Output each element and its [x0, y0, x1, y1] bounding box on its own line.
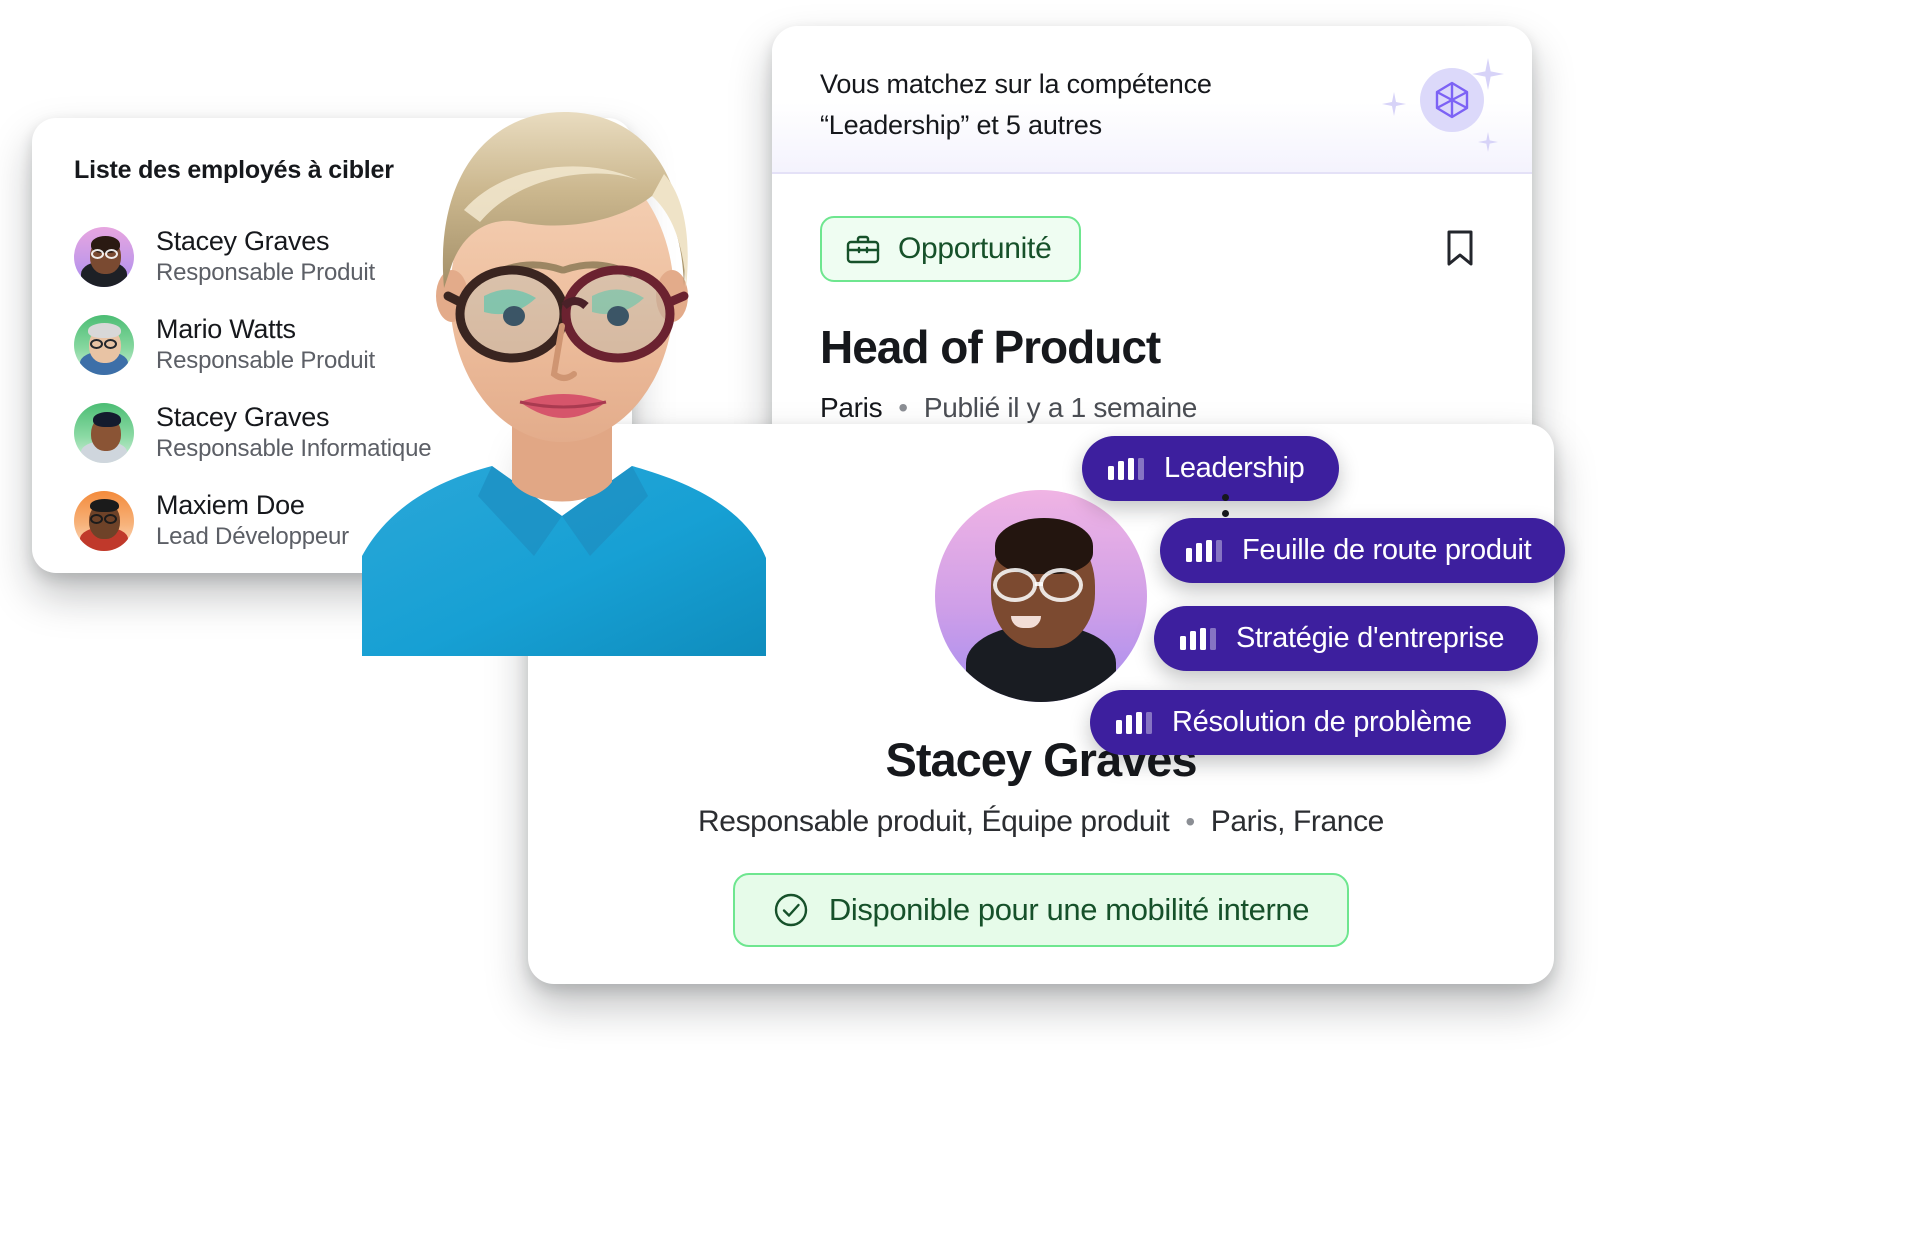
avatar: [74, 315, 134, 375]
skill-match-line-2: “Leadership” et 5 autres: [820, 110, 1102, 141]
check-circle-icon: [773, 892, 809, 928]
job-location: Paris: [820, 392, 883, 423]
ai-gem-icon[interactable]: [1420, 68, 1484, 132]
screenshot-stage: Liste des employés à cibler Stacey Grave…: [0, 0, 1927, 1250]
skill-level-icon: [1116, 711, 1152, 734]
employee-name: Stacey Graves: [156, 226, 330, 257]
list-item-texts: Stacey Graves Responsable Informatique: [156, 402, 432, 463]
page-title: Head of Product: [820, 321, 1161, 373]
list-item-texts: Stacey Graves Responsable Produit: [156, 227, 375, 286]
profile-role: Responsable produit, Équipe produit: [698, 805, 1170, 838]
status-badge-label: Disponible pour une mobilité interne: [828, 892, 1310, 927]
list-item[interactable]: Stacey Graves Responsable Produit: [74, 213, 632, 301]
list-item[interactable]: Mario Watts Responsable Produit: [74, 301, 632, 389]
meta-separator: •: [898, 392, 908, 423]
avatar: [935, 490, 1147, 702]
opportunity-badge[interactable]: Opportunité: [820, 216, 1082, 282]
skill-level-icon: [1180, 627, 1216, 650]
employee-role: Responsable Produit: [156, 259, 376, 287]
avatar: [74, 403, 134, 463]
skill-pill-leadership[interactable]: Leadership: [1082, 436, 1339, 501]
meta-separator: •: [1185, 806, 1195, 837]
status-badge: Disponible pour une mobilité interne: [732, 873, 1350, 947]
list-item-texts: Maxiem Doe Lead Développeur: [156, 491, 349, 550]
sparkle-icon: [1478, 132, 1498, 156]
skill-pill-feuille-de-route-produit[interactable]: Feuille de route produit: [1160, 518, 1566, 583]
skill-level-icon: [1186, 539, 1222, 562]
profile-meta: Responsable produit, Équipe produit • Pa…: [528, 805, 1554, 839]
skill-match-text: Vous matchez sur la compétence “Leadersh…: [820, 64, 1380, 146]
profile-location: Paris, France: [1210, 805, 1385, 838]
employee-role: Lead Développeur: [156, 523, 349, 551]
list-item-texts: Mario Watts Responsable Produit: [156, 315, 375, 374]
skill-pill-label: Stratégie d'entreprise: [1236, 622, 1505, 654]
employee-list-title: Liste des employés à cibler: [74, 156, 394, 184]
skill-pill-resolution-de-probleme[interactable]: Résolution de problème: [1090, 690, 1506, 755]
opportunity-label: Opportunité: [898, 232, 1052, 265]
skill-pill-label: Feuille de route produit: [1242, 534, 1532, 566]
employee-role: Responsable Informatique: [156, 435, 432, 463]
bookmark-icon[interactable]: [1440, 226, 1480, 270]
employee-name: Stacey Graves: [156, 402, 330, 433]
pill-connector-dots: [1222, 494, 1229, 517]
skill-pill-label: Leadership: [1164, 452, 1305, 484]
skill-pill-label: Résolution de problème: [1172, 706, 1472, 738]
employee-name: Mario Watts: [156, 314, 296, 345]
avatar: [74, 227, 134, 287]
job-published: Publié il y a 1 semaine: [923, 392, 1198, 423]
skill-match-line-1: Vous matchez sur la compétence: [820, 69, 1212, 99]
employee-name: Maxiem Doe: [156, 490, 305, 521]
briefcase-icon: [846, 233, 880, 265]
job-details: Opportunité Head of Product Paris • Publ…: [772, 174, 1532, 424]
sparkle-icon: [1382, 92, 1406, 121]
employee-role: Responsable Produit: [156, 347, 376, 375]
skill-match-banner: Vous matchez sur la compétence “Leadersh…: [772, 26, 1532, 174]
avatar: [74, 491, 134, 551]
skill-level-icon: [1108, 457, 1144, 480]
job-meta: Paris • Publié il y a 1 semaine: [820, 392, 1492, 424]
skill-pill-strategie-entreprise[interactable]: Stratégie d'entreprise: [1154, 606, 1539, 671]
